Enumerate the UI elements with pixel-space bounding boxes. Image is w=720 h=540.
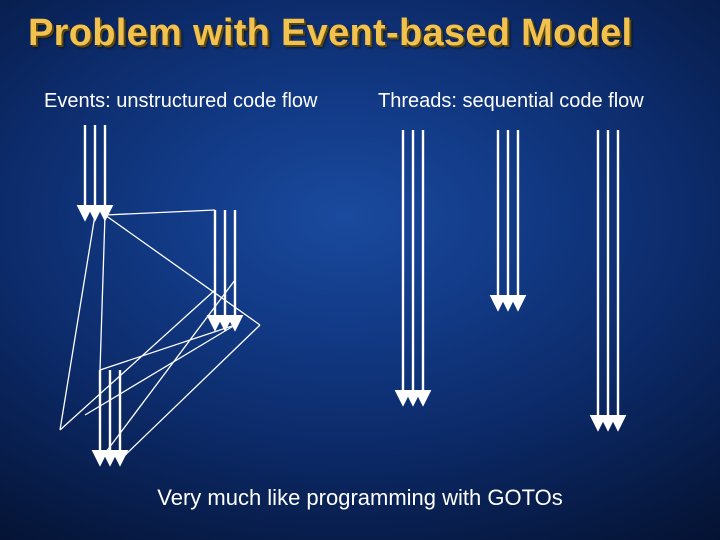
slide: Problem with Event-based Model Events: u… bbox=[0, 0, 720, 540]
footer-text: Very much like programming with GOTOs bbox=[0, 485, 720, 511]
events-lines-group bbox=[60, 210, 260, 460]
diagram-svg bbox=[0, 0, 720, 540]
threads-arrows-group bbox=[403, 130, 618, 425]
